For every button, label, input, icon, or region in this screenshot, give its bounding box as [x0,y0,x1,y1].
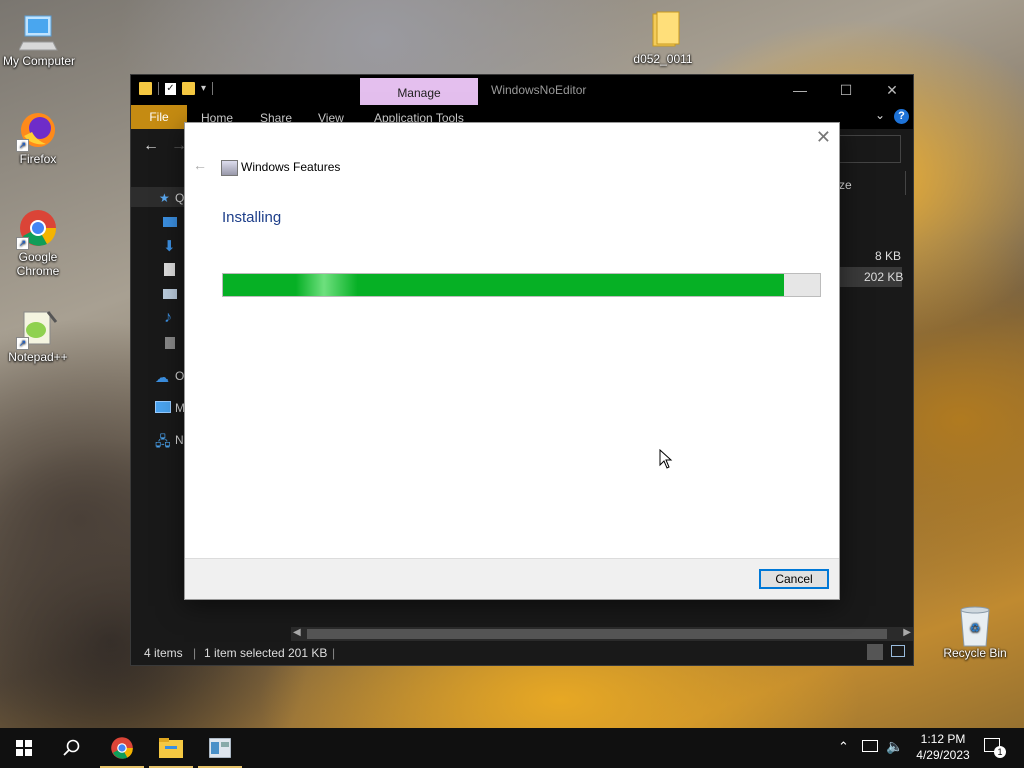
shortcut-arrow-icon: ↗ [16,139,29,152]
desktop-icon-my-computer[interactable]: My Computer [0,12,79,68]
start-button[interactable] [0,728,48,768]
column-header-size[interactable]: ze [839,178,852,192]
status-bar: 4 items | 1 item selected 201 KB | [131,641,913,665]
taskbar-chrome[interactable] [98,728,146,768]
selection-size: 201 KB [288,646,328,660]
minimize-button[interactable]: — [777,75,823,105]
dialog-heading: Installing [222,209,282,226]
desktop-icon-label: My Computer [2,54,76,68]
file-size-cell: 202 KB [864,270,904,284]
clock[interactable]: 1:12 PM 4/29/2023 [906,732,980,762]
firefox-icon: ↗ [16,110,58,152]
desktop-icon-label: Notepad++ [8,350,68,364]
expand-ribbon-icon[interactable]: ⌄ [875,108,885,122]
windows-features-icon [209,738,231,758]
notepadpp-icon: ↗ [16,308,58,350]
details-view-icon[interactable] [867,644,883,660]
sidebar-item-network[interactable]: N [175,433,184,447]
close-button[interactable]: ✕ [869,75,915,105]
chrome-icon: ↗ [16,208,58,250]
divider [158,82,159,95]
selection-count: 1 item selected [204,646,285,660]
progress-fill [223,274,785,296]
install-progress-bar [222,273,821,297]
this-pc-icon [155,401,171,413]
help-icon[interactable]: ? [894,109,909,124]
notification-badge: 1 [994,746,1006,758]
taskbar-file-explorer[interactable] [147,728,195,768]
scroll-left-icon[interactable]: ◀ [293,627,301,638]
back-arrow-icon[interactable]: ← [193,157,207,173]
desktop-icon-notepadpp[interactable]: ↗ Notepad++ [0,308,78,364]
item-count: 4 items [144,646,183,660]
explorer-titlebar[interactable]: ✓ ▾ Manage WindowsNoEditor — ☐ ✕ [131,75,913,105]
network-icon: 🖧 [155,433,171,449]
desktop-icon-label: Google Chrome [16,250,60,278]
recycle-bin-icon: ♻ [955,604,995,647]
desktop-icon-label: d052_0011 [633,52,693,66]
show-hidden-icons-icon[interactable]: ⌃ [838,739,849,755]
scrollbar-thumb[interactable] [307,629,887,639]
chevron-down-icon[interactable]: ▾ [201,83,206,94]
search-button[interactable] [48,728,96,768]
back-arrow-icon[interactable]: ← [143,137,159,155]
desktop-icon-label: Recycle Bin [943,646,1007,660]
folder-icon [643,10,683,50]
tab-manage[interactable]: Manage [360,78,478,105]
divider: | [193,646,197,660]
file-size-cell: 8 KB [875,249,902,263]
chrome-icon [111,737,133,759]
quick-access-toolbar: ✓ ▾ [139,82,214,95]
start-icon [16,740,32,756]
taskbar-windows-features[interactable] [196,728,244,768]
tab-file[interactable]: File [131,105,187,129]
downloads-icon[interactable]: ⬇ [163,237,176,255]
window-title: WindowsNoEditor [491,83,587,97]
dialog-footer: Cancel [185,558,839,599]
mouse-cursor-icon [659,448,673,472]
svg-text:♻: ♻ [970,621,981,635]
desktop-icon-label: Firefox [19,152,57,166]
desktop-icon-d052-0011[interactable]: d052_0011 [623,10,703,66]
sidebar-item-onedrive[interactable]: O [175,369,184,383]
divider: | [332,646,336,660]
clock-date: 4/29/2023 [916,748,970,762]
file-explorer-icon [159,738,183,758]
divider [212,82,214,95]
new-folder-icon[interactable] [182,82,195,95]
music-icon[interactable]: ♪ [164,309,172,327]
windows-features-icon [221,160,238,176]
star-icon: ★ [159,191,170,205]
folder-icon[interactable] [139,82,152,95]
scroll-right-icon[interactable]: ▶ [903,627,911,638]
taskbar: ⌃ 🔈 1:12 PM 4/29/2023 1 [0,728,1024,768]
search-icon [63,739,80,756]
shortcut-arrow-icon: ↗ [16,237,29,250]
close-icon[interactable]: ✕ [816,127,831,148]
windows-features-dialog[interactable]: ✕ ← Windows Features Installing Cancel [184,122,840,600]
horizontal-scrollbar[interactable]: ◀ ▶ [291,627,913,641]
desktop-icon-google-chrome[interactable]: ↗ Google Chrome [0,208,78,278]
large-icons-view-icon[interactable] [891,645,905,657]
cancel-button[interactable]: Cancel [759,569,829,589]
divider [905,171,906,195]
videos-icon[interactable] [165,337,175,349]
desktop-icon-firefox[interactable]: ↗ Firefox [0,110,78,166]
onedrive-icon: ☁ [155,369,169,385]
desktop-folder-icon[interactable] [163,217,177,227]
properties-icon[interactable]: ✓ [165,82,176,95]
volume-icon[interactable]: 🔈 [886,738,903,755]
documents-icon[interactable] [164,263,175,276]
clock-time: 1:12 PM [920,732,966,746]
computer-icon [18,12,59,52]
maximize-button[interactable]: ☐ [823,75,869,105]
search-input[interactable] [839,135,901,163]
shortcut-arrow-icon: ↗ [16,337,29,350]
pictures-icon[interactable] [163,289,177,299]
dialog-title: Windows Features [241,160,341,174]
network-icon[interactable] [862,740,878,752]
sidebar-item-quick-access[interactable]: Q [175,191,184,205]
desktop-icon-recycle-bin[interactable]: ♻ Recycle Bin [935,604,1015,660]
